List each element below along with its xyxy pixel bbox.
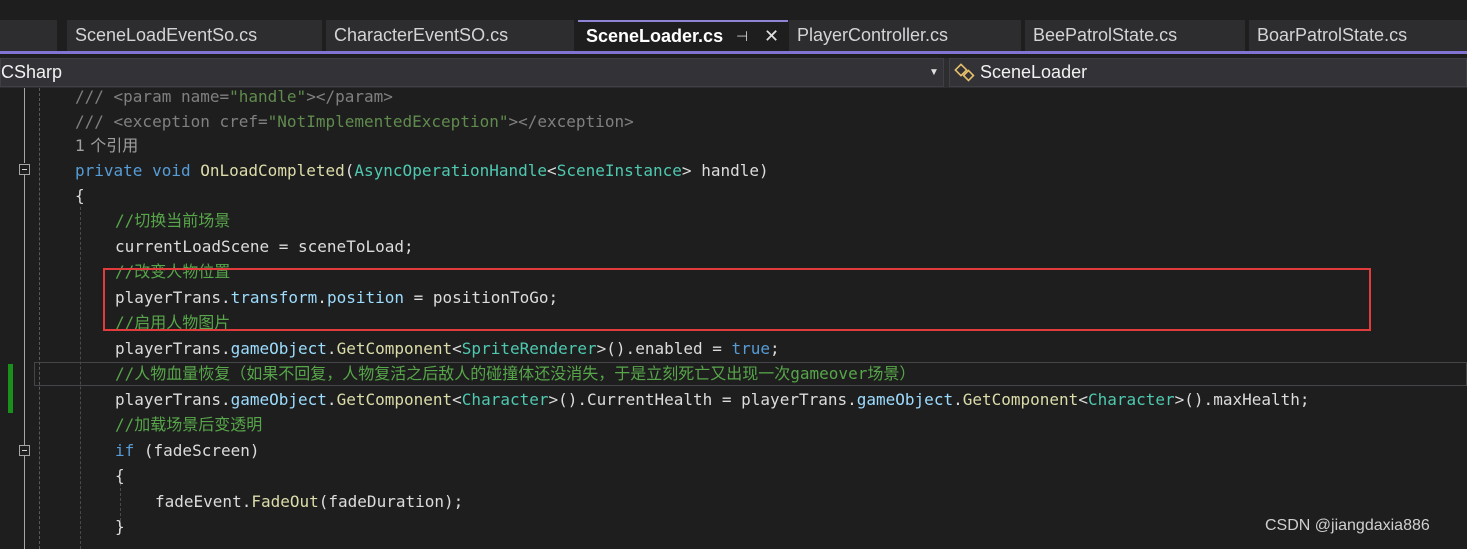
tab-accent-line	[0, 51, 1467, 54]
outline-line	[24, 456, 25, 549]
code-text: >().CurrentHealth = playerTrans.	[548, 390, 857, 409]
code-lens-references[interactable]: 1 个引用	[75, 133, 138, 159]
tab-label: SceneLoadEventSo.cs	[75, 25, 258, 45]
punct: <	[452, 339, 462, 358]
type-name: AsyncOperationHandle	[354, 161, 548, 180]
code-line-comment: //切换当前场景	[115, 208, 230, 234]
type-name: Character	[1087, 390, 1175, 409]
code-text: fadeEvent.	[155, 492, 252, 511]
dropdown-arrow-icon[interactable]: ▼	[929, 59, 939, 86]
code-line-statement: currentLoadScene = sceneToLoad;	[115, 234, 414, 260]
code-line-2: /// <exception cref="NotImplementedExcep…	[75, 109, 634, 135]
punct: {	[115, 466, 125, 485]
punct: (	[344, 161, 355, 180]
tab-character-event-so[interactable]: CharacterEventSO.cs	[326, 20, 574, 51]
code-line-open-brace: {	[115, 463, 125, 489]
tab-scene-loader[interactable]: SceneLoader.cs ⊣ ✕	[578, 20, 788, 51]
change-marker	[8, 364, 13, 413]
property: gameObject	[230, 339, 327, 358]
tab-boar-patrol-state[interactable]: BoarPatrolState.cs	[1249, 20, 1467, 51]
close-icon[interactable]: ✕	[764, 22, 779, 51]
keyword: if	[115, 441, 135, 460]
property: gameObject	[856, 390, 954, 409]
code-text: .	[326, 339, 337, 358]
code-text: .	[326, 390, 337, 409]
comment: //切换当前场景	[115, 211, 231, 230]
code-line-method-signature: private void OnLoadCompleted(AsyncOperat…	[75, 158, 769, 184]
comment: //人物血量恢复（如果不回复，人物复活之后敌人的碰撞体还没消失，于是立刻死亡又出…	[115, 364, 916, 383]
keyword: true	[731, 339, 771, 358]
code-line-if: if (fadeScreen)	[115, 438, 260, 464]
doc-comment: ></exception>	[508, 112, 634, 131]
project-label: CSharp	[1, 62, 63, 82]
tab-player-controller[interactable]: PlayerController.cs	[789, 20, 1021, 51]
gutter-separator	[39, 88, 40, 549]
punct: > handle)	[681, 161, 769, 180]
code-line-1: /// <param name="handle"></param>	[75, 88, 393, 110]
tab-label: BoarPatrolState.cs	[1257, 25, 1408, 45]
doc-attr-value: "NotImplementedException"	[267, 112, 509, 131]
doc-comment: /// <exception cref=	[75, 112, 268, 131]
code-text: (fadeDuration);	[318, 492, 464, 511]
code-line-statement: playerTrans.gameObject.GetComponent<Spri…	[115, 336, 780, 362]
method-name: FadeOut	[251, 492, 319, 511]
tab-hidden-left[interactable]	[0, 20, 57, 51]
type-name: SceneInstance	[556, 161, 682, 180]
property: gameObject	[230, 390, 327, 409]
class-member-icon	[954, 63, 975, 82]
code-text: .	[953, 390, 963, 409]
tab-label: SceneLoader.cs	[586, 26, 724, 46]
tab-bar: SceneLoadEventSo.cs CharacterEventSO.cs …	[0, 0, 1467, 54]
doc-attr-value: "handle"	[229, 88, 307, 106]
punct: <	[452, 390, 462, 409]
pin-icon[interactable]: ⊣	[736, 22, 748, 51]
member-label: SceneLoader	[980, 62, 1088, 82]
watermark: CSDN @jiangdaxia886	[1265, 517, 1430, 534]
punct: <	[1078, 390, 1088, 409]
punct: ;	[770, 339, 780, 358]
code-line-close-brace: }	[115, 514, 125, 540]
project-dropdown[interactable]: CSharp ▼	[0, 58, 944, 87]
comment: //加载场景后变透明	[115, 415, 263, 434]
fold-toggle-icon[interactable]	[19, 445, 30, 456]
code-text: >().enabled =	[596, 339, 732, 358]
tab-label: CharacterEventSO.cs	[334, 25, 509, 45]
doc-comment: /// <param name=	[75, 88, 230, 106]
code-editor[interactable]: /// <param name="handle"></param> /// <e…	[0, 88, 1467, 549]
code-line-open-brace: {	[75, 183, 85, 209]
fold-toggle-icon[interactable]	[19, 164, 30, 175]
code-line-comment: //加载场景后变透明	[115, 412, 262, 438]
method-name: OnLoadCompleted	[200, 161, 345, 180]
method-name: GetComponent	[336, 390, 453, 409]
tab-label: BeePatrolState.cs	[1033, 25, 1178, 45]
member-dropdown[interactable]: SceneLoader	[949, 58, 1467, 87]
tab-label: PlayerController.cs	[797, 25, 949, 45]
code-text: currentLoadScene = sceneToLoad;	[115, 237, 414, 256]
tab-bee-patrol-state[interactable]: BeePatrolState.cs	[1025, 20, 1245, 51]
doc-comment: ></param>	[306, 88, 393, 106]
outline-line	[24, 175, 25, 445]
code-text: (fadeScreen)	[134, 441, 260, 460]
code-line-statement: playerTrans.gameObject.GetComponent<Char…	[115, 387, 1310, 413]
punct: <	[547, 161, 557, 180]
code-text: >().maxHealth;	[1174, 390, 1310, 409]
code-line-comment: //人物血量恢复（如果不回复，人物复活之后敌人的碰撞体还没消失，于是立刻死亡又出…	[115, 361, 915, 387]
reference-count[interactable]: 1 个引用	[75, 136, 138, 155]
method-name: GetComponent	[336, 339, 453, 358]
outline-line	[24, 88, 25, 163]
annotation-highlight-box	[103, 268, 1371, 331]
keyword: private	[75, 161, 143, 180]
tab-scene-load-event-so[interactable]: SceneLoadEventSo.cs	[67, 20, 322, 51]
type-name: SpriteRenderer	[461, 339, 597, 358]
code-line-statement: fadeEvent.FadeOut(fadeDuration);	[155, 489, 463, 515]
method-name: GetComponent	[962, 390, 1079, 409]
type-name: Character	[461, 390, 549, 409]
keyword: void	[152, 161, 191, 180]
punct: {	[75, 186, 85, 205]
code-text: playerTrans.	[115, 390, 231, 409]
code-text: playerTrans.	[115, 339, 231, 358]
punct: }	[115, 517, 125, 536]
